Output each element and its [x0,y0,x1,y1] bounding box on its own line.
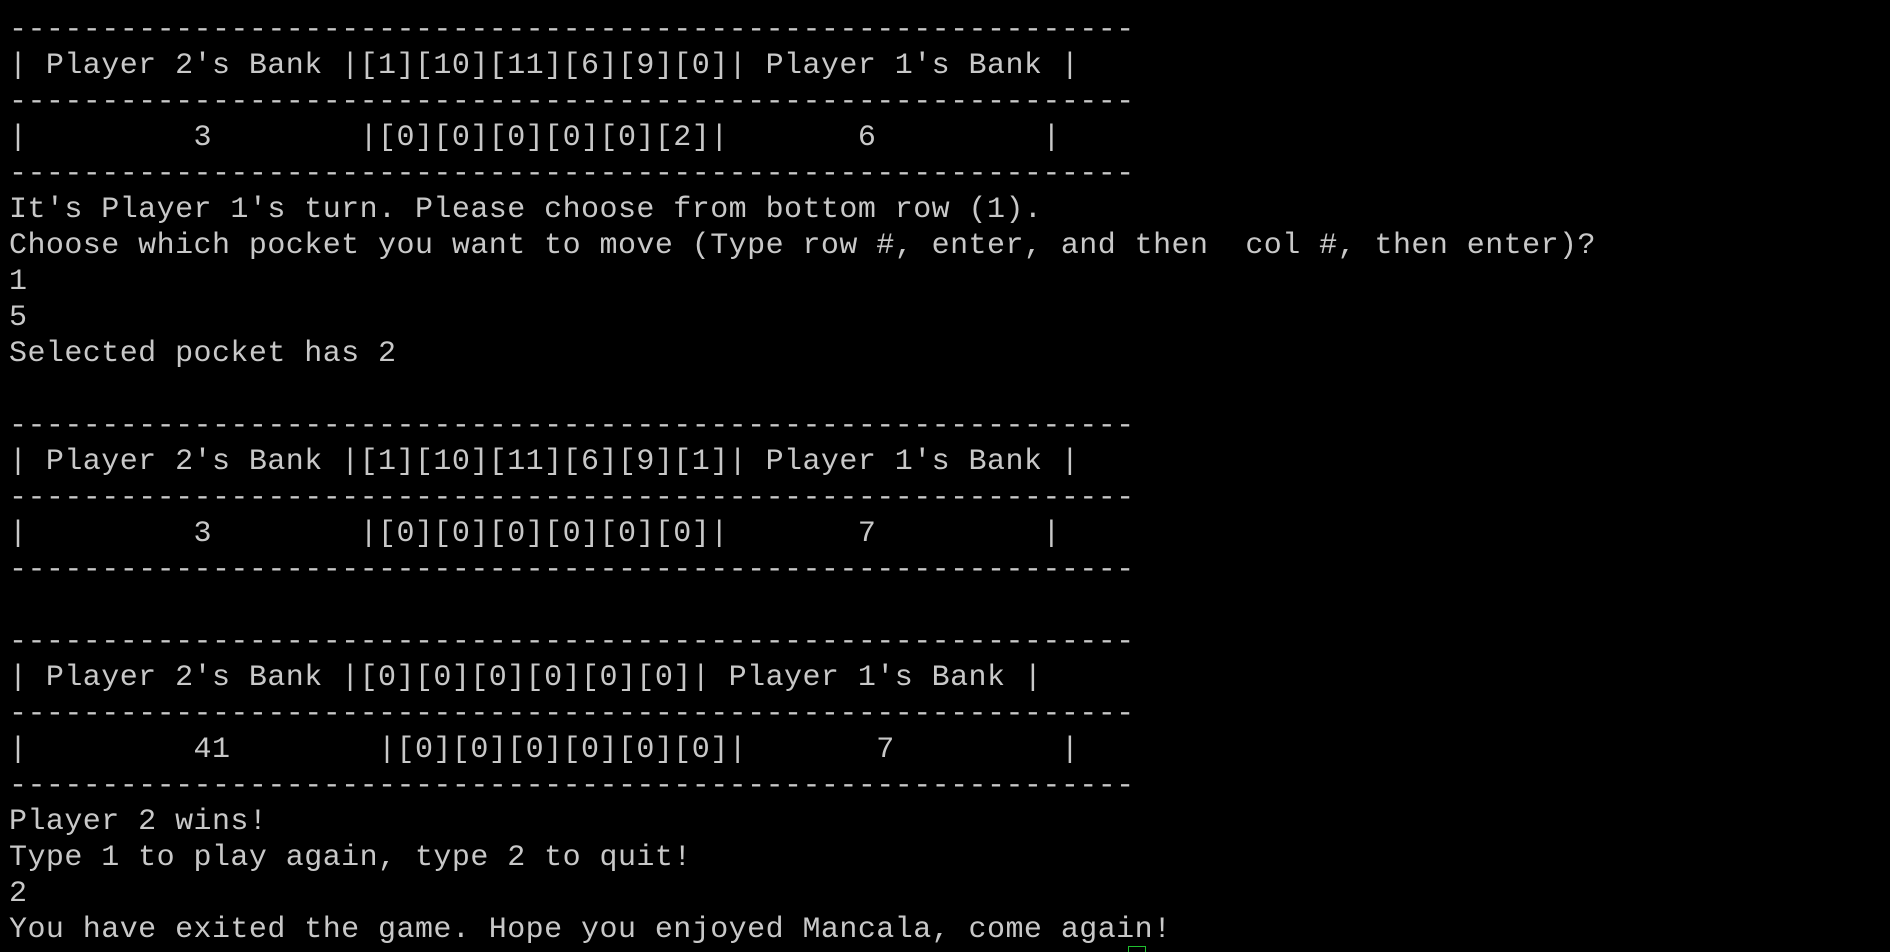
board-header-row: | Player 2's Bank |[1][10][11][6][9][1]|… [9,445,1080,479]
board-separator: ----------------------------------------… [9,481,1135,515]
board-separator: ----------------------------------------… [9,409,1135,443]
board-separator: ----------------------------------------… [9,553,1135,587]
user-input-line: 1 [9,265,28,299]
user-input-line: 5 [9,301,28,335]
board-separator: ----------------------------------------… [9,769,1135,803]
exit-message: You have exited the game. Hope you enjoy… [9,913,1172,947]
board-separator: ----------------------------------------… [9,697,1135,731]
board-separator: ----------------------------------------… [9,157,1135,191]
selected-pocket-message: Selected pocket has 2 [9,337,397,371]
move-prompt: Choose which pocket you want to move (Ty… [9,229,1596,263]
user-input-line: 2 [9,877,28,911]
terminal-output[interactable]: ----------------------------------------… [9,12,1879,952]
turn-message: It's Player 1's turn. Please choose from… [9,193,1043,227]
board-separator: ----------------------------------------… [9,625,1135,659]
terminal-cursor [1128,946,1146,952]
board-header-row: | Player 2's Bank |[0][0][0][0][0][0]| P… [9,661,1043,695]
board-bottom-row: | 3 |[0][0][0][0][0][2]| 6 | [9,121,1061,155]
play-again-prompt: Type 1 to play again, type 2 to quit! [9,841,692,875]
board-separator: ----------------------------------------… [9,13,1135,47]
board-separator: ----------------------------------------… [9,85,1135,119]
board-bottom-row: | 41 |[0][0][0][0][0][0]| 7 | [9,733,1080,767]
board-bottom-row: | 3 |[0][0][0][0][0][0]| 7 | [9,517,1061,551]
board-header-row: | Player 2's Bank |[1][10][11][6][9][0]|… [9,49,1080,83]
winner-message: Player 2 wins! [9,805,268,839]
